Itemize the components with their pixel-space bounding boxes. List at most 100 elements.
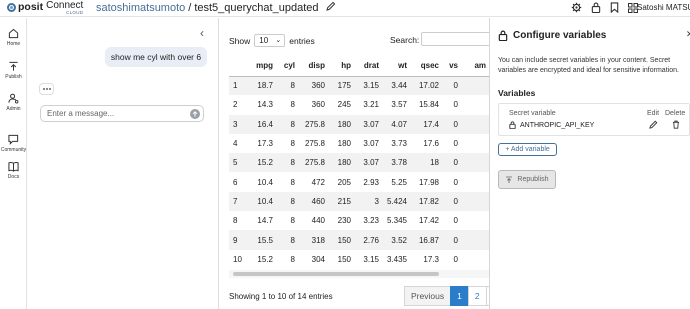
- table-cell: 0: [453, 100, 458, 110]
- variables-heading: Variables: [498, 88, 536, 98]
- table-cell: 15.2: [257, 254, 273, 264]
- table-cell: 3.78: [383, 153, 411, 173]
- table-cell: 275.8: [299, 153, 329, 173]
- column-header[interactable]: mpg: [247, 56, 277, 77]
- table-cell: [462, 95, 490, 114]
- column-header[interactable]: am: [462, 56, 490, 77]
- page-1-button[interactable]: 1: [450, 286, 469, 306]
- column-header[interactable]: hp: [329, 56, 355, 77]
- nav-label-home: Home: [6, 41, 21, 47]
- table-cell: 8: [277, 76, 299, 96]
- nav-item-admin[interactable]: Admin: [0, 93, 27, 112]
- edit-title-icon[interactable]: [325, 1, 336, 15]
- edit-variable-button[interactable]: [649, 120, 658, 131]
- scrollbar-thumb[interactable]: [233, 272, 439, 276]
- column-header[interactable]: cyl: [277, 56, 299, 77]
- table-row[interactable]: 10 15.2 8 304 150 3.15 3.435 17.3 0: [229, 250, 490, 269]
- table-cell: 0: [443, 191, 462, 212]
- data-table-area: Show 10 ⌄ entries Search: mpg cyl disp hp…: [218, 18, 506, 309]
- table-cell: 17.6: [423, 139, 439, 149]
- admin-icon: [8, 93, 19, 104]
- table-cell: 17.42: [418, 216, 439, 226]
- secret-variable-header: Secret variable: [509, 110, 556, 117]
- table-cell: 0: [453, 216, 458, 226]
- table-cell: 15.2: [247, 153, 277, 173]
- variable-row: ANTHROPIC_API_KEY: [509, 121, 594, 129]
- chat-input-box[interactable]: [40, 105, 204, 122]
- nav-item-docs[interactable]: Docs: [0, 161, 27, 180]
- table-cell: 205: [337, 177, 351, 187]
- page-length-select[interactable]: 10 ⌄: [254, 34, 286, 47]
- lock-icon[interactable]: [591, 2, 601, 15]
- table-cell: 15.5: [247, 230, 277, 250]
- table-cell: 5: [229, 153, 247, 173]
- republish-button[interactable]: Republish: [498, 170, 556, 189]
- bookmark-icon[interactable]: [610, 2, 619, 15]
- user-message-bubble: show me cyl with over 6: [105, 47, 207, 67]
- nav-item-home[interactable]: Home: [0, 28, 27, 47]
- table-row[interactable]: 5 15.2 8 275.8 180 3.07 3.78 18 0: [229, 153, 490, 173]
- table-cell: 17.3: [257, 139, 273, 149]
- table-cell: 3.07: [355, 153, 383, 173]
- table-cell: 8: [290, 139, 295, 149]
- table-cell: 3.15: [355, 76, 383, 96]
- settings-icon[interactable]: [571, 2, 582, 15]
- collapse-sidebar-icon[interactable]: ‹: [200, 26, 204, 40]
- column-header[interactable]: vs: [443, 56, 462, 77]
- table-row[interactable]: 4 17.3 8 275.8 180 3.07 3.73 17.6 0: [229, 134, 490, 153]
- table-header-row: mpg cyl disp hp drat wt qsec vs am: [229, 56, 490, 77]
- table-cell: 5.345: [386, 216, 407, 226]
- column-header[interactable]: disp: [299, 56, 329, 77]
- close-icon[interactable]: ✕: [686, 29, 690, 40]
- table-cell: 10.4: [257, 177, 273, 187]
- table-cell: [462, 211, 490, 230]
- table-cell: 180: [337, 139, 351, 149]
- table-cell: 460: [299, 191, 329, 212]
- table-row[interactable]: 2 14.3 8 360 245 3.21 3.57 15.84 0: [229, 95, 490, 114]
- table-cell: 0: [443, 114, 462, 134]
- brand-posit-text: posit: [18, 1, 44, 13]
- previous-page-button[interactable]: Previous: [404, 286, 452, 306]
- table-cell: 17.82: [411, 191, 443, 212]
- table-cell: [462, 191, 490, 212]
- table-row[interactable]: 6 10.4 8 472 205 2.93 5.25 17.98 0: [229, 172, 490, 191]
- table-row[interactable]: 8 14.7 8 440 230 3.23 5.345 17.42 0: [229, 211, 490, 230]
- breadcrumb-separator: /: [188, 1, 192, 14]
- chat-message-input[interactable]: [47, 109, 185, 118]
- table-row[interactable]: 1 18.7 8 360 175 3.15 3.44 17.02 0: [229, 76, 490, 96]
- add-variable-button[interactable]: + Add variable: [498, 143, 557, 156]
- table-cell: 440: [311, 216, 325, 226]
- search-input[interactable]: [421, 32, 491, 46]
- table-cell: 17.98: [418, 177, 439, 187]
- breadcrumb-owner-link[interactable]: satoshimatsumoto: [96, 2, 185, 14]
- delete-variable-button[interactable]: [672, 120, 680, 131]
- table-row[interactable]: 3 16.4 8 275.8 180 3.07 4.07 17.4 0: [229, 114, 490, 134]
- assistant-typing-indicator: [39, 83, 54, 95]
- table-cell: 215: [329, 191, 355, 212]
- table-cell: 5.424: [383, 191, 411, 212]
- column-header[interactable]: [229, 56, 247, 77]
- nav-item-publish[interactable]: Publish: [0, 61, 27, 80]
- table-cell: 4: [233, 139, 238, 149]
- table-row[interactable]: 9 15.5 8 318 150 2.76 3.52 16.87 0: [229, 230, 490, 250]
- page-2-button[interactable]: 2: [467, 286, 487, 306]
- table-cell: 2.93: [363, 177, 379, 187]
- table-cell: 3.52: [383, 230, 411, 250]
- column-header[interactable]: drat: [355, 56, 383, 77]
- column-header[interactable]: wt: [383, 56, 411, 77]
- table-cell: 8: [277, 230, 299, 250]
- horizontal-scrollbar[interactable]: [229, 270, 490, 278]
- nav-item-community[interactable]: Community: [0, 134, 27, 153]
- table-cell: 0: [453, 139, 458, 149]
- column-header[interactable]: qsec: [411, 56, 443, 77]
- table-cell: 3.44: [383, 76, 411, 96]
- posit-connect-logo[interactable]: posit Connect CLOUD: [7, 1, 83, 15]
- table-cell: 0: [453, 254, 458, 264]
- table-cell: 15.84: [418, 100, 439, 110]
- data-table: mpg cyl disp hp drat wt qsec vs am 1 18.7…: [229, 56, 490, 279]
- user-menu[interactable]: Satoshi MATSUM: [637, 3, 690, 12]
- posit-logo-icon: [7, 3, 16, 12]
- send-button[interactable]: [190, 109, 200, 119]
- table-row[interactable]: 7 10.4 8 460 215 3 5.424 17.82 0: [229, 191, 490, 212]
- panel-description: You can include secret variables in your…: [498, 57, 679, 74]
